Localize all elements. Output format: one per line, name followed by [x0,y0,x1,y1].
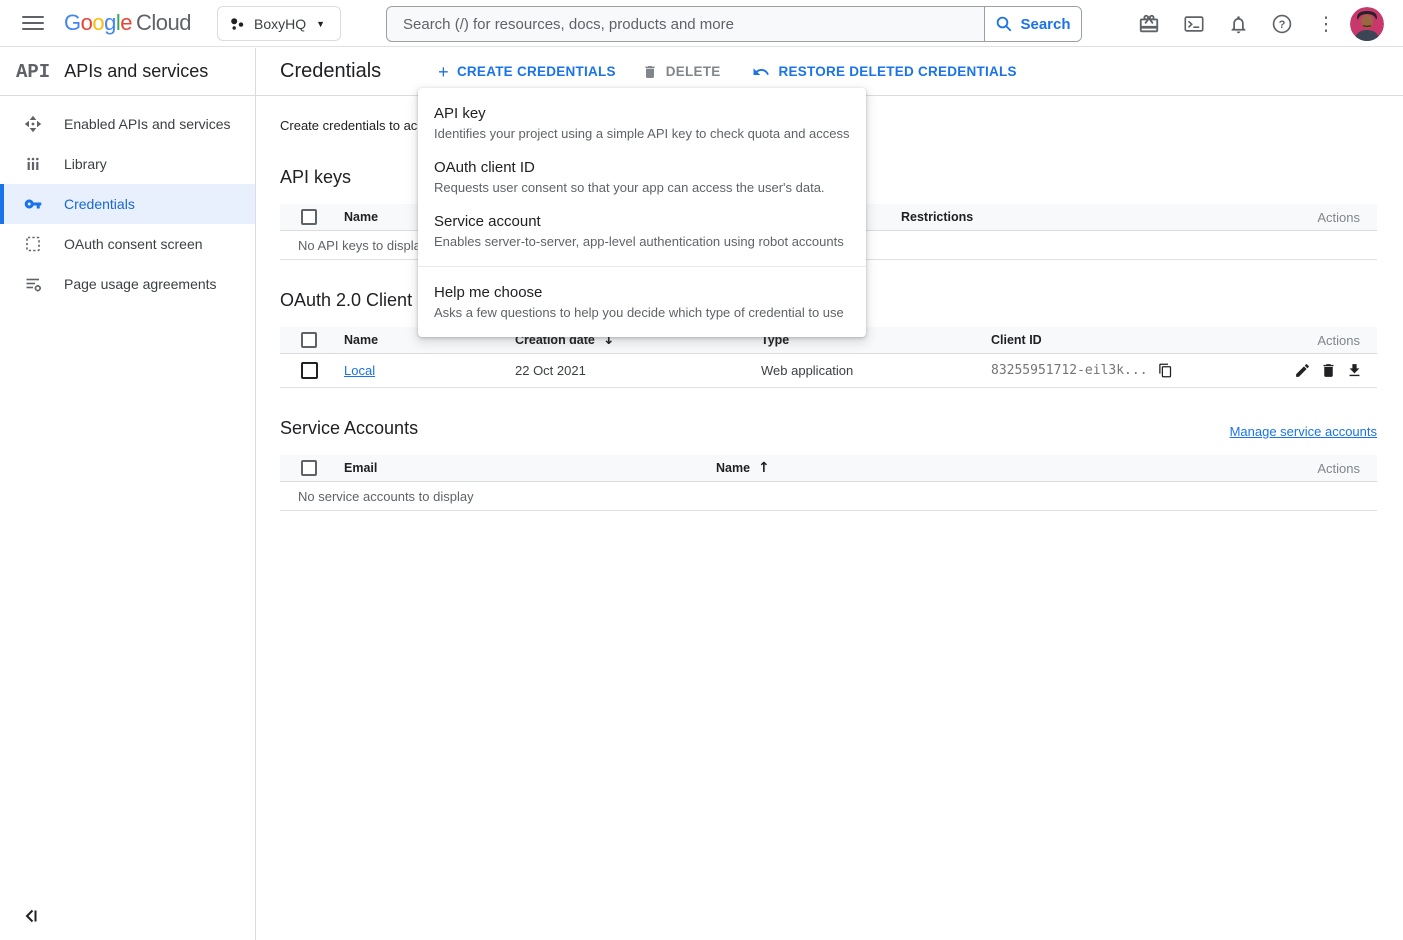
column-header-actions: Actions [1267,333,1377,348]
manage-service-accounts-link[interactable]: Manage service accounts [1230,424,1377,439]
project-logo-icon [228,15,246,33]
chevron-down-icon: ▼ [316,19,325,29]
project-selector[interactable]: BoxyHQ ▼ [217,6,341,41]
help-icon[interactable]: ? [1269,11,1295,37]
notifications-bell-icon[interactable] [1225,11,1251,37]
sidebar-item-label: Library [64,156,107,172]
plus-icon: + [438,65,449,79]
sidebar-item-credentials[interactable]: Credentials [0,184,255,224]
sidebar-item-label: Credentials [64,196,135,212]
gift-icon[interactable] [1136,11,1162,37]
sidebar: API APIs and services Enabled APIs and s… [0,48,256,940]
menu-item-api-key[interactable]: API key Identifies your project using a … [418,96,866,150]
sidebar-item-oauth-consent[interactable]: OAuth consent screen [0,224,255,264]
download-icon[interactable] [1346,362,1363,379]
select-all-checkbox[interactable] [301,209,317,225]
column-header-client-id: Client ID [991,333,1267,347]
google-cloud-logo[interactable]: GoogleCloud [64,10,191,36]
column-header-name[interactable]: Name ↑ [716,460,1267,476]
menu-item-oauth-client-id[interactable]: OAuth client ID Requests user consent so… [418,150,866,204]
sidebar-header: API APIs and services [0,48,255,96]
sidebar-item-page-usage-agreements[interactable]: Page usage agreements [0,264,255,304]
search-button-label: Search [1020,16,1070,33]
sort-ascending-icon: ↑ [758,460,770,476]
column-header-actions: Actions [1267,210,1377,225]
create-credentials-button[interactable]: + CREATE CREDENTIALS [430,58,624,85]
search-bar: Search [386,6,1082,42]
library-icon [24,155,42,173]
delete-trash-icon[interactable] [1320,362,1337,379]
sidebar-item-label: Page usage agreements [64,276,217,292]
row-checkbox[interactable] [301,362,318,379]
project-name: BoxyHQ [254,16,306,32]
service-accounts-table-header: Email Name ↑ Actions [280,455,1377,482]
account-avatar[interactable] [1350,7,1384,41]
agreements-icon [24,275,42,293]
oauth-client-name-link[interactable]: Local [344,363,375,378]
more-vertical-icon[interactable]: ⋮ [1313,11,1339,37]
service-accounts-section-title: Service Accounts [280,418,418,439]
svg-text:?: ? [1279,19,1286,31]
edit-pencil-icon[interactable] [1294,362,1311,379]
collapse-sidebar-icon[interactable] [22,906,42,926]
api-product-logo: API [16,61,50,83]
cell-client-id: 83255951712-eil3k... [991,363,1148,378]
enabled-apis-icon [24,115,42,133]
search-button[interactable]: Search [984,7,1081,41]
cell-creation-date: 22 Oct 2021 [515,363,761,378]
cloud-wordmark: Cloud [136,10,191,35]
delete-button[interactable]: DELETE [634,58,729,86]
search-icon [995,15,1013,33]
column-header-actions: Actions [1267,461,1377,476]
undo-arrow-icon [752,63,770,81]
select-all-checkbox[interactable] [301,332,317,348]
menu-item-help-me-choose[interactable]: Help me choose Asks a few questions to h… [418,275,866,329]
column-header-email: Email [344,461,716,475]
key-icon [24,195,42,213]
sidebar-item-library[interactable]: Library [0,144,255,184]
service-accounts-table: Email Name ↑ Actions No service accounts… [280,455,1377,511]
trash-icon [642,64,658,80]
oauth-consent-icon [24,235,42,253]
sidebar-title: APIs and services [64,61,208,82]
column-header-restrictions: Restrictions [901,210,1267,224]
select-all-checkbox[interactable] [301,460,317,476]
restore-deleted-credentials-button[interactable]: RESTORE DELETED CREDENTIALS [744,57,1024,87]
create-credentials-menu: API key Identifies your project using a … [418,88,866,337]
service-accounts-empty-state: No service accounts to display [280,482,1377,511]
sidebar-item-enabled-apis[interactable]: Enabled APIs and services [0,104,255,144]
menu-icon[interactable] [22,13,44,33]
cloud-shell-icon[interactable] [1181,11,1207,37]
sidebar-item-label: Enabled APIs and services [64,116,231,132]
cell-type: Web application [761,363,991,378]
copy-icon[interactable] [1158,363,1173,378]
menu-divider [418,266,866,267]
sidebar-item-label: OAuth consent screen [64,236,203,252]
page-title: Credentials [280,60,381,83]
top-app-bar: GoogleCloud BoxyHQ ▼ Search ? ⋮ [0,0,1403,47]
menu-item-service-account[interactable]: Service account Enables server-to-server… [418,204,866,258]
table-row: Local 22 Oct 2021 Web application 832559… [280,354,1377,388]
search-input[interactable] [387,7,984,41]
